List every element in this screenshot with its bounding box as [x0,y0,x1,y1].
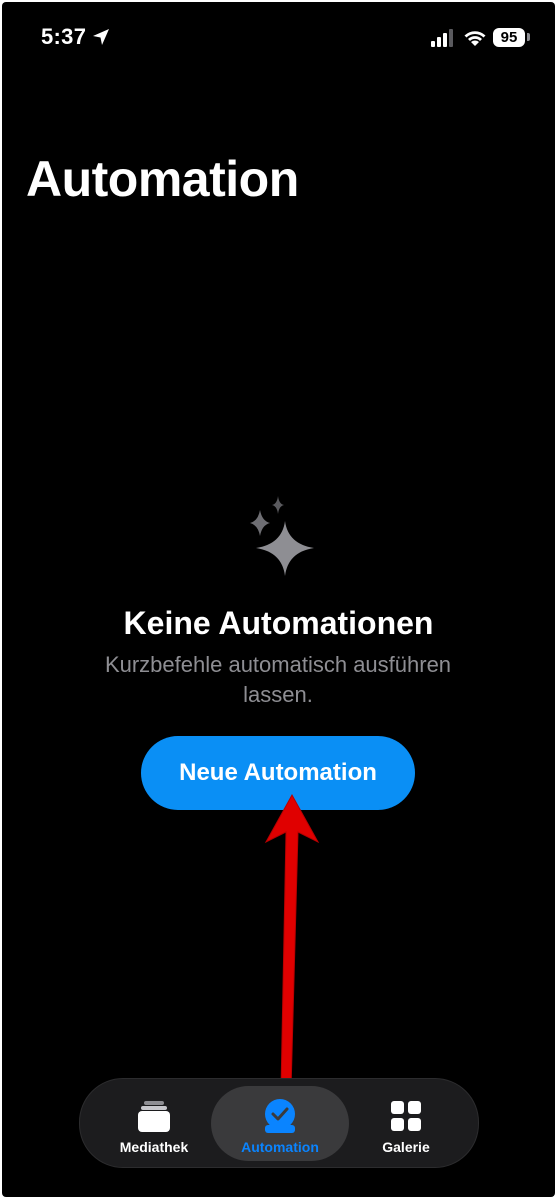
battery-nub [527,33,530,41]
tab-bar: Mediathek Automation Galerie [79,1078,479,1168]
battery-level: 95 [500,29,518,46]
empty-state-description: Kurzbefehle automatisch ausführen lassen… [104,652,452,707]
app-screen: 5:37 95 Automation Keine Automationen Ku… [2,2,555,1197]
grid-icon [391,1101,421,1131]
status-bar: 5:37 95 [2,2,555,72]
library-stack-icon [138,1101,170,1132]
battery-icon: 95 [493,28,525,47]
tab-label-galerie: Galerie [382,1139,430,1155]
tab-automation[interactable]: Automation [211,1079,349,1167]
status-time: 5:37 [41,24,87,49]
empty-state-title: Keine Automationen [123,605,434,641]
tab-label-mediathek: Mediathek [119,1139,189,1155]
page-title: Automation [26,151,299,207]
new-automation-button[interactable]: Neue Automation [141,736,415,810]
tab-mediathek[interactable]: Mediathek [102,1079,206,1167]
tab-galerie[interactable]: Galerie [356,1079,456,1167]
location-arrow-icon [93,29,109,45]
tab-label-automation: Automation [241,1139,319,1155]
cellular-signal-icon [431,29,453,47]
wifi-icon [464,31,486,46]
clock-checkmark-icon [265,1099,295,1133]
sparkles-icon [250,496,314,576]
